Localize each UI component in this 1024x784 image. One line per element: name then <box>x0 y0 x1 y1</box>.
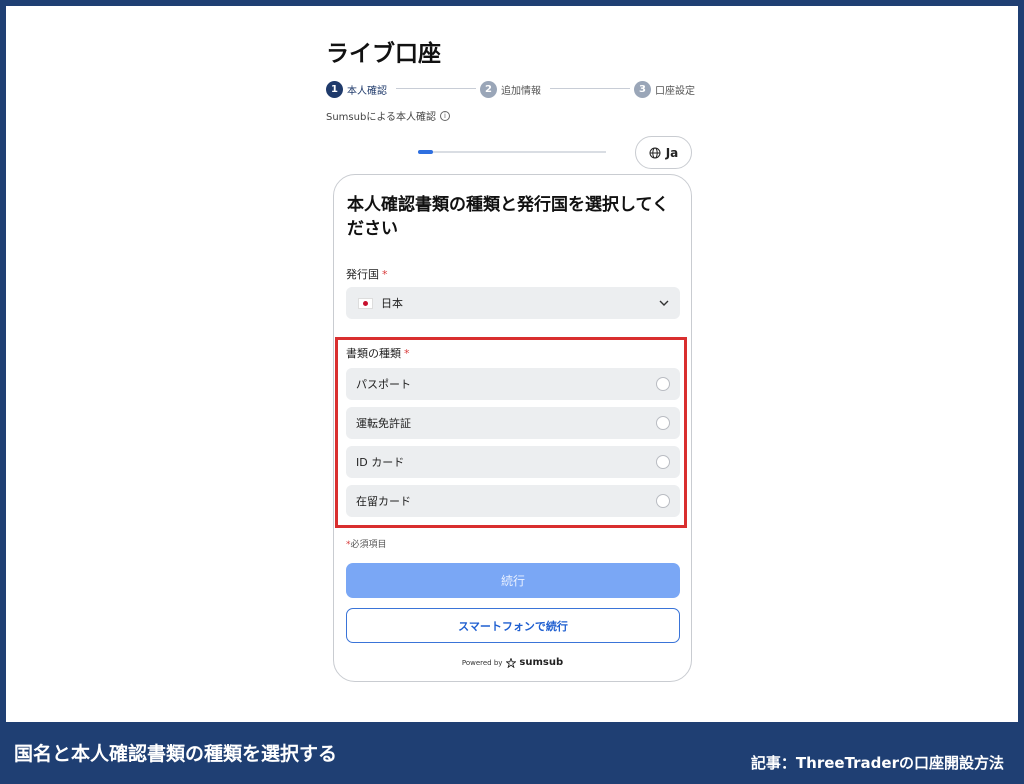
sumsub-text: Sumsubによる本人確認 <box>326 112 437 123</box>
step-number: 3 <box>634 80 651 98</box>
article-link[interactable]: 記事：ThreeTraderの口座開設方法 <box>751 752 1004 773</box>
globe-icon <box>649 147 661 158</box>
required-mark: * <box>382 268 388 281</box>
step-label: 口座設定 <box>655 85 695 97</box>
country-value: 日本 <box>381 297 403 310</box>
progress-track <box>418 150 606 154</box>
progress-fill <box>418 150 434 154</box>
step-label: 本人確認 <box>347 85 387 97</box>
highlight-box <box>335 337 687 528</box>
country-select[interactable]: 日本 <box>346 287 680 319</box>
step-label: 追加情報 <box>501 85 541 97</box>
step-number: 1 <box>326 80 343 98</box>
card-title: 本人確認書類の種類と発行国を選択してください <box>347 195 669 239</box>
page-title: ライブ口座 <box>326 41 441 67</box>
step-connector <box>550 88 630 89</box>
powered-by: Powered by sumsub <box>334 657 691 668</box>
step-additional-info: 2 追加情報 <box>480 79 541 99</box>
japan-flag-icon <box>358 297 373 309</box>
continue-on-phone-button[interactable]: スマートフォンで続行 <box>346 608 680 643</box>
step-identity: 1 本人確認 <box>326 79 387 99</box>
stepper: 1 本人確認 2 追加情報 3 口座設定 <box>326 79 696 99</box>
chevron-down-icon <box>659 300 669 306</box>
continue-button[interactable]: 続行 <box>346 563 680 598</box>
step-account-settings: 3 口座設定 <box>634 79 695 99</box>
powered-by-text: Powered by <box>461 658 503 667</box>
caption-text: 国名と本人確認書類の種類を選択する <box>14 743 338 765</box>
language-button[interactable]: Ja <box>635 136 692 169</box>
country-label: 発行国 * <box>346 268 388 281</box>
step-number: 2 <box>480 80 497 98</box>
required-note: *必須項目 <box>346 540 387 550</box>
language-label: Ja <box>665 145 679 160</box>
sumsub-logo: sumsub <box>506 657 563 668</box>
info-icon[interactable]: i <box>440 110 451 121</box>
sumsub-star-icon <box>506 657 517 668</box>
sumsub-verification-note: Sumsubによる本人確認 i <box>326 108 451 123</box>
step-connector <box>396 88 476 89</box>
